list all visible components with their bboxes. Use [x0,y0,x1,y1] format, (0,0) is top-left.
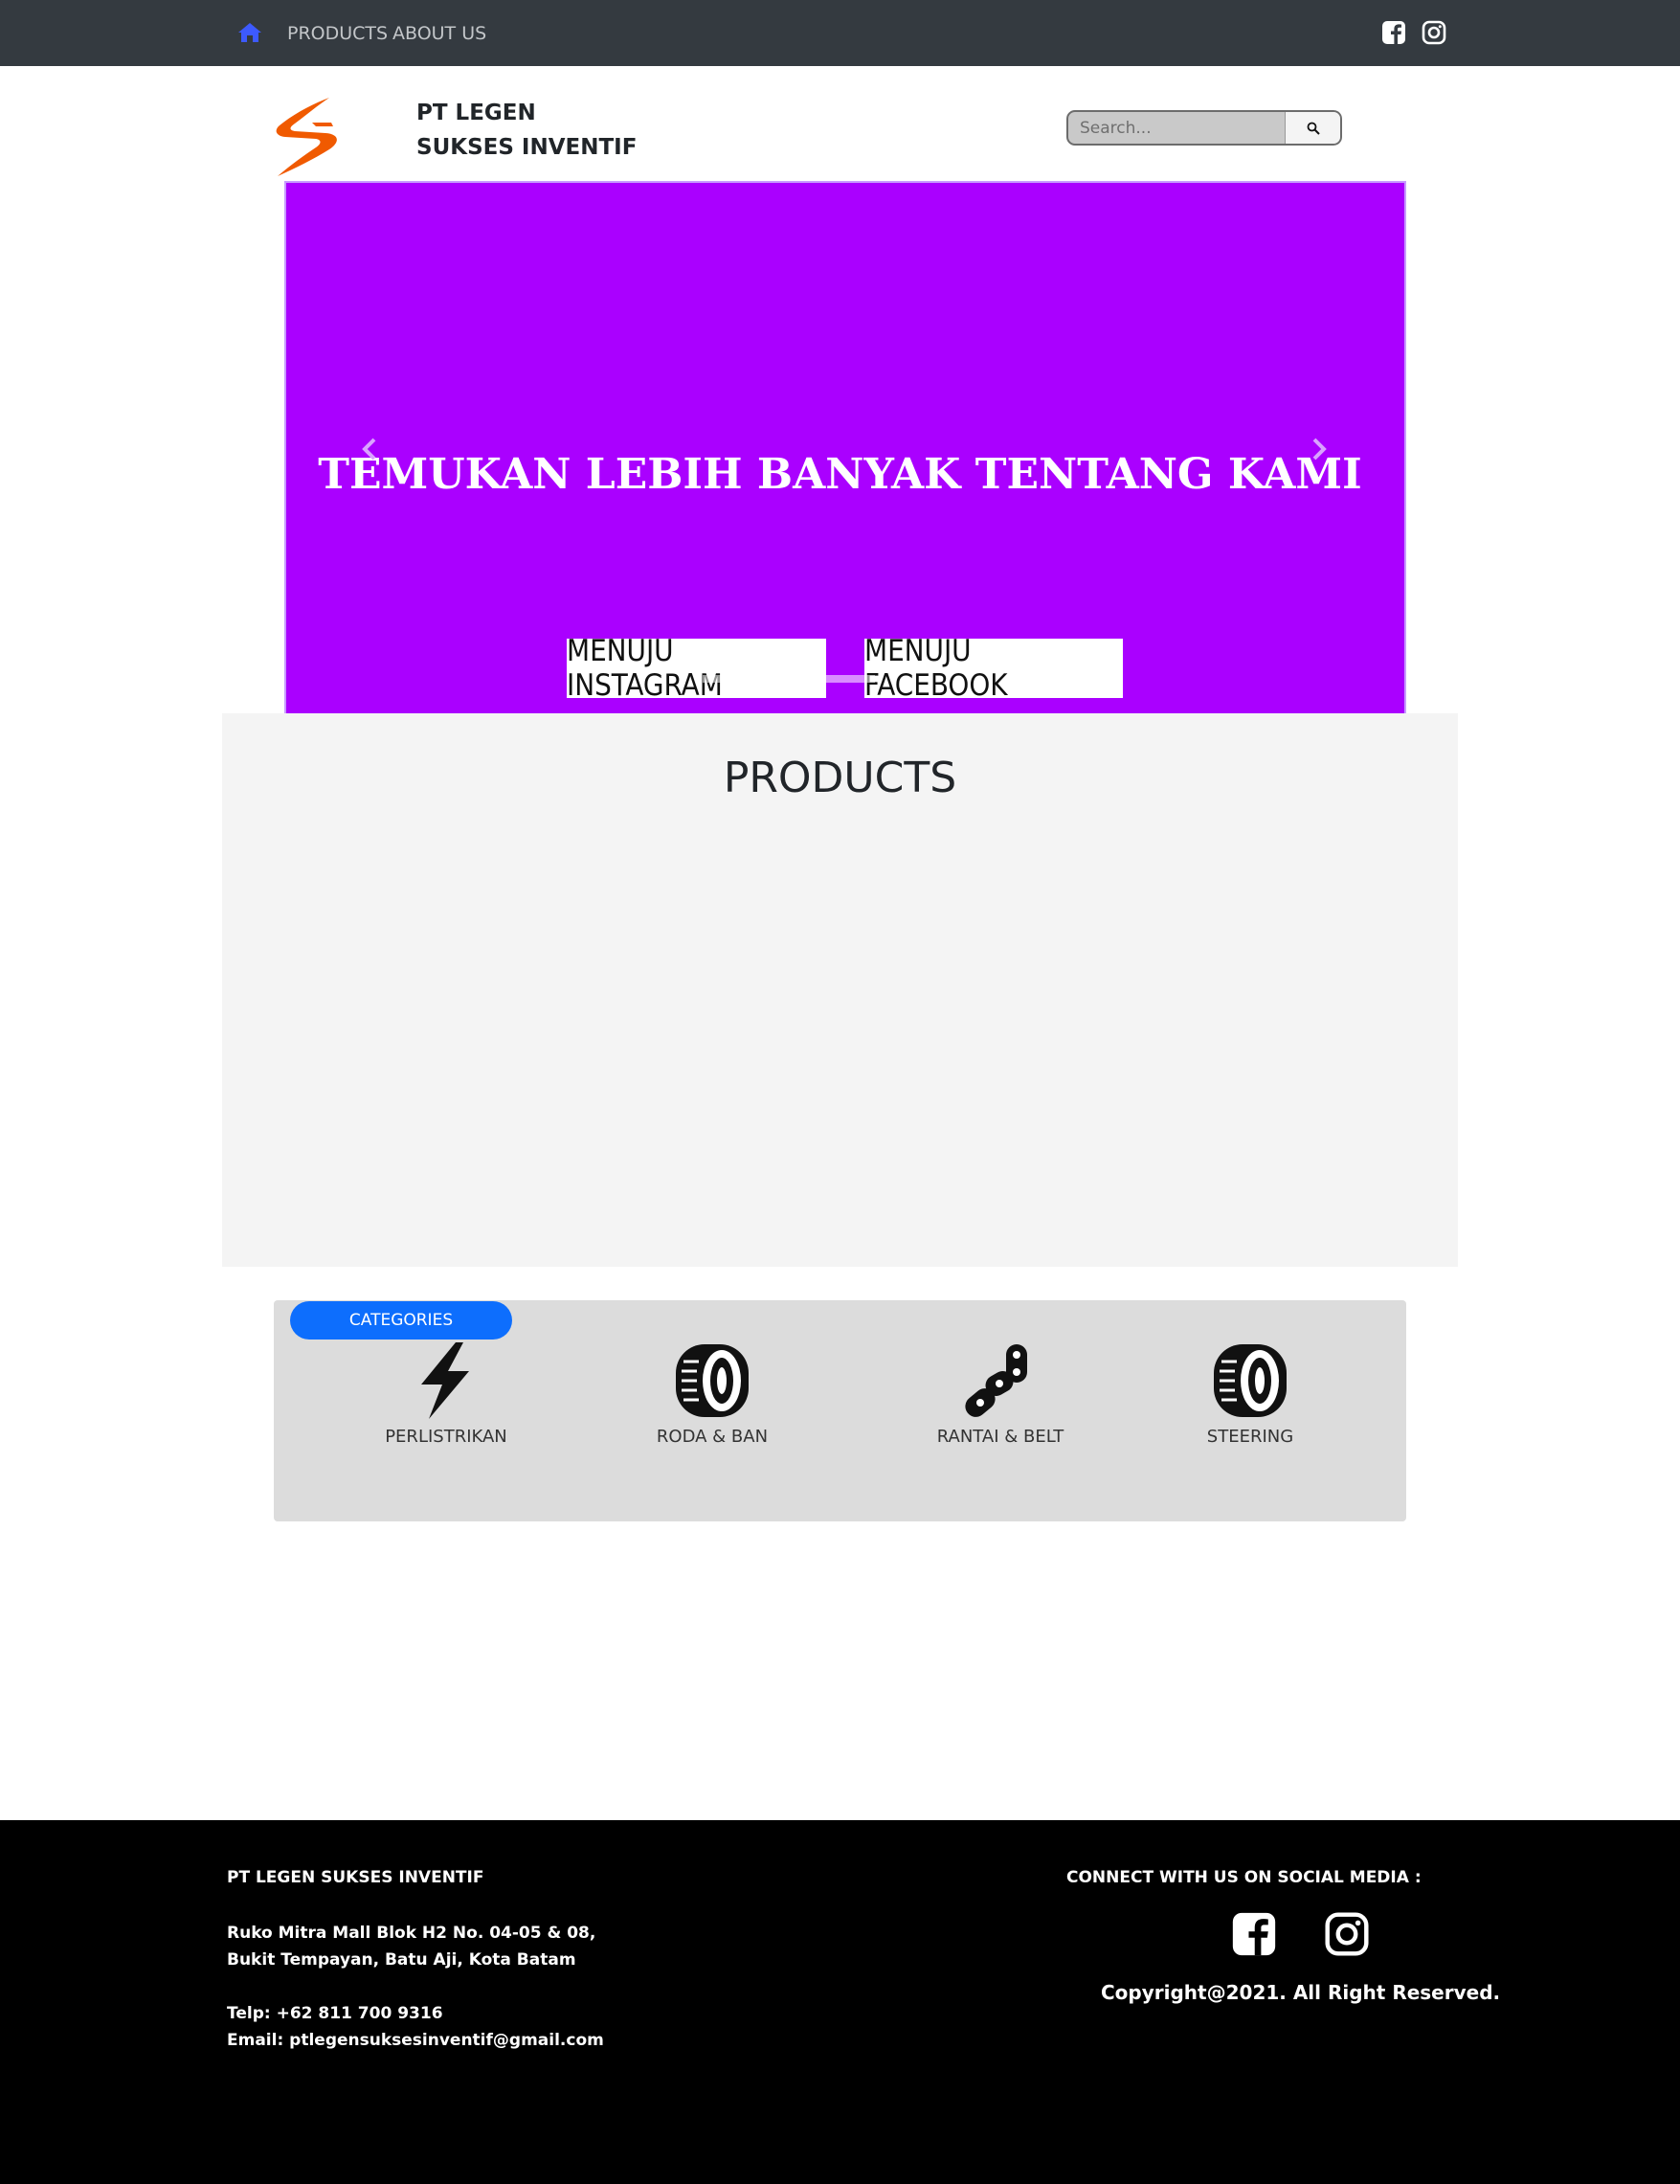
brand-name: PT LEGEN SUKSES INVENTIF [416,96,637,165]
carousel-prev-button[interactable] [358,436,381,462]
search-bar [1066,110,1342,146]
chevron-right-icon [1312,438,1327,461]
goto-instagram-button[interactable]: MENUJU INSTAGRAM [567,634,826,703]
footer-instagram-link[interactable] [1324,1911,1370,1957]
brand-line-2: SUKSES INVENTIF [416,135,638,160]
footer-copyright: Copyright@2021. All Right Reserved. [1101,1981,1501,2004]
category-label: RANTAI & BELT [936,1427,1064,1447]
nav-products[interactable]: PRODUCTS [287,21,388,46]
category-label: PERLISTRIKAN [385,1427,507,1447]
instagram-icon [1325,1912,1369,1956]
goto-facebook-button[interactable]: MENUJU FACEBOOK [864,634,1123,703]
category-steering[interactable]: STEERING [1154,1340,1346,1447]
carousel-next-button[interactable] [1308,436,1331,462]
hero-title-wrap: TEMUKAN LEBIH BANYAK TENTANG KAMI [0,450,1680,499]
search-button[interactable] [1285,112,1340,144]
company-logo[interactable] [266,94,352,180]
brand-line-1: PT LEGEN [416,101,536,125]
facebook-link[interactable] [1381,20,1406,45]
search-input[interactable] [1068,112,1285,144]
home-icon [238,23,261,42]
categories-panel: CATEGORIES PERLISTRIKAN RODA & BAN RANTA… [274,1300,1406,1521]
facebook-icon [1232,1912,1276,1956]
chevron-left-icon [362,438,376,461]
footer-company-name: PT LEGEN SUKSES INVENTIF [227,1868,484,1887]
footer-address: Ruko Mitra Mall Blok H2 No. 04-05 & 08, … [227,1920,595,1973]
search-icon [1307,122,1320,135]
tire-icon [676,1344,749,1417]
category-perlistrikan[interactable]: PERLISTRIKAN [350,1340,542,1447]
hero-title: TEMUKAN LEBIH BANYAK TENTANG KAMI [318,450,1362,499]
instagram-icon [1422,20,1446,45]
carousel-indicators [703,675,875,683]
footer-facebook-link[interactable] [1231,1911,1277,1957]
category-label: STEERING [1206,1427,1294,1447]
category-roda-ban[interactable]: RODA & BAN [616,1340,808,1447]
carousel-indicator-active[interactable] [762,675,816,683]
top-navbar: PRODUCTS ABOUT US [0,0,1680,66]
footer: PT LEGEN SUKSES INVENTIF Ruko Mitra Mall… [0,1820,1680,2184]
footer-email: Email: ptlegensuksesinventif@gmail.com [227,2031,604,2050]
products-title: PRODUCTS [723,754,957,802]
footer-address-line-1: Ruko Mitra Mall Blok H2 No. 04-05 & 08, [227,1924,596,1943]
categories-badge: CATEGORIES [290,1301,512,1340]
footer-address-line-2: Bukit Tempayan, Batu Aji, Kota Batam [227,1950,576,1970]
products-section: PRODUCTS [222,713,1458,1267]
category-rantai-belt[interactable]: RANTAI & BELT [905,1340,1096,1447]
category-label: RODA & BAN [656,1427,769,1447]
footer-connect-heading: CONNECT WITH US ON SOCIAL MEDIA : [1066,1868,1422,1887]
carousel-indicator[interactable] [821,675,875,683]
footer-phone: Telp: +62 811 700 9316 [227,2004,443,2023]
facebook-icon [1382,21,1405,44]
lightning-icon [421,1342,469,1419]
instagram-link[interactable] [1422,20,1446,45]
hero-carousel [284,181,1406,713]
footer-contact: Telp: +62 811 700 9316 Email: ptlegensuk… [227,2000,604,2054]
nav-about-us[interactable]: ABOUT US [392,21,486,46]
chain-icon [965,1344,1027,1417]
carousel-indicator[interactable] [703,675,756,683]
home-link[interactable] [237,21,262,44]
tire-icon [1214,1344,1287,1417]
logo-icon [276,98,337,176]
